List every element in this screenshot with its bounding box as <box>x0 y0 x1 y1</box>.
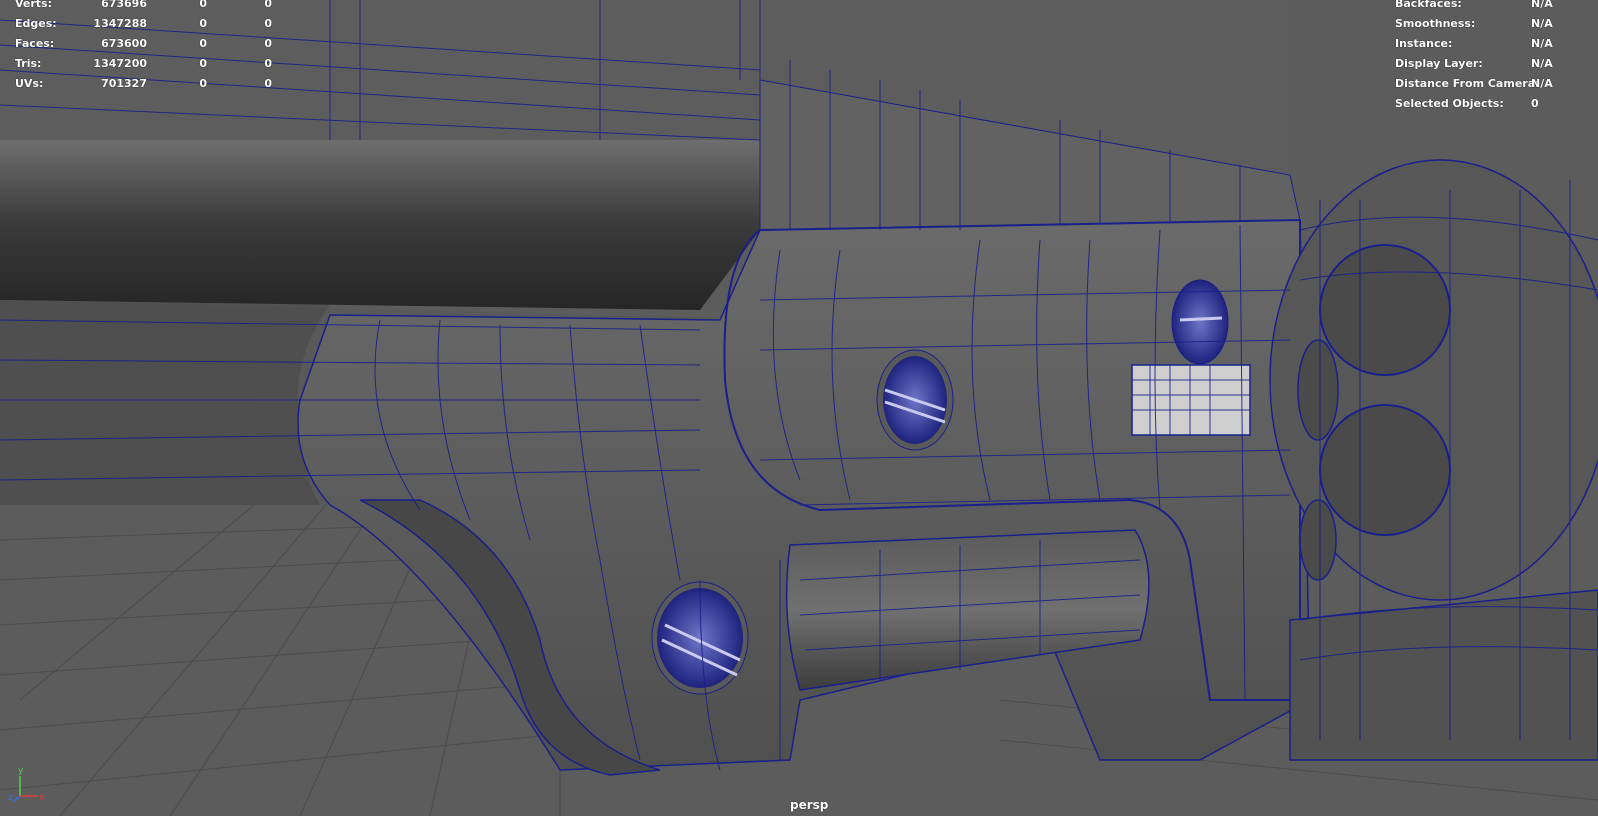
chamber-lower <box>1319 404 1451 536</box>
axis-z-label: z <box>8 793 13 803</box>
hud-row-faces: Faces: 673600 0 0 <box>15 37 272 50</box>
hud-row-verts: Verts: 673696 0 0 <box>15 0 272 10</box>
hud-row-backfaces: Backfaces: N/A <box>1395 0 1553 10</box>
hud-row-display-layer: Display Layer: N/A <box>1395 57 1553 70</box>
hud-row-edges: Edges: 1347288 0 0 <box>15 17 272 30</box>
screw-icon <box>876 349 954 451</box>
axis-gizmo-icon: y x z <box>8 766 45 803</box>
camera-name-label: persp <box>790 798 829 812</box>
hud-row-selected-objects: Selected Objects: 0 <box>1395 97 1539 110</box>
hud-row-distance: Distance From Camera: N/A <box>1395 77 1553 90</box>
axis-y-label: y <box>18 766 24 776</box>
object-details-hud: Backfaces: N/A Smoothness: N/A Instance:… <box>1395 0 1591 114</box>
screw-icon <box>1171 279 1229 365</box>
hud-row-smoothness: Smoothness: N/A <box>1395 17 1553 30</box>
axis-x-label: x <box>39 793 45 803</box>
poly-count-hud: Verts: 673696 0 0 Edges: 1347288 0 0 Fac… <box>15 0 272 94</box>
hud-row-tris: Tris: 1347200 0 0 <box>15 57 272 70</box>
chamber-upper <box>1319 244 1451 376</box>
hud-row-uvs: UVs: 701327 0 0 <box>15 77 272 90</box>
3d-viewport[interactable] <box>0 0 1598 816</box>
viewport-scene <box>0 0 1598 816</box>
hud-row-instance: Instance: N/A <box>1395 37 1553 50</box>
barrel-top <box>0 140 760 310</box>
